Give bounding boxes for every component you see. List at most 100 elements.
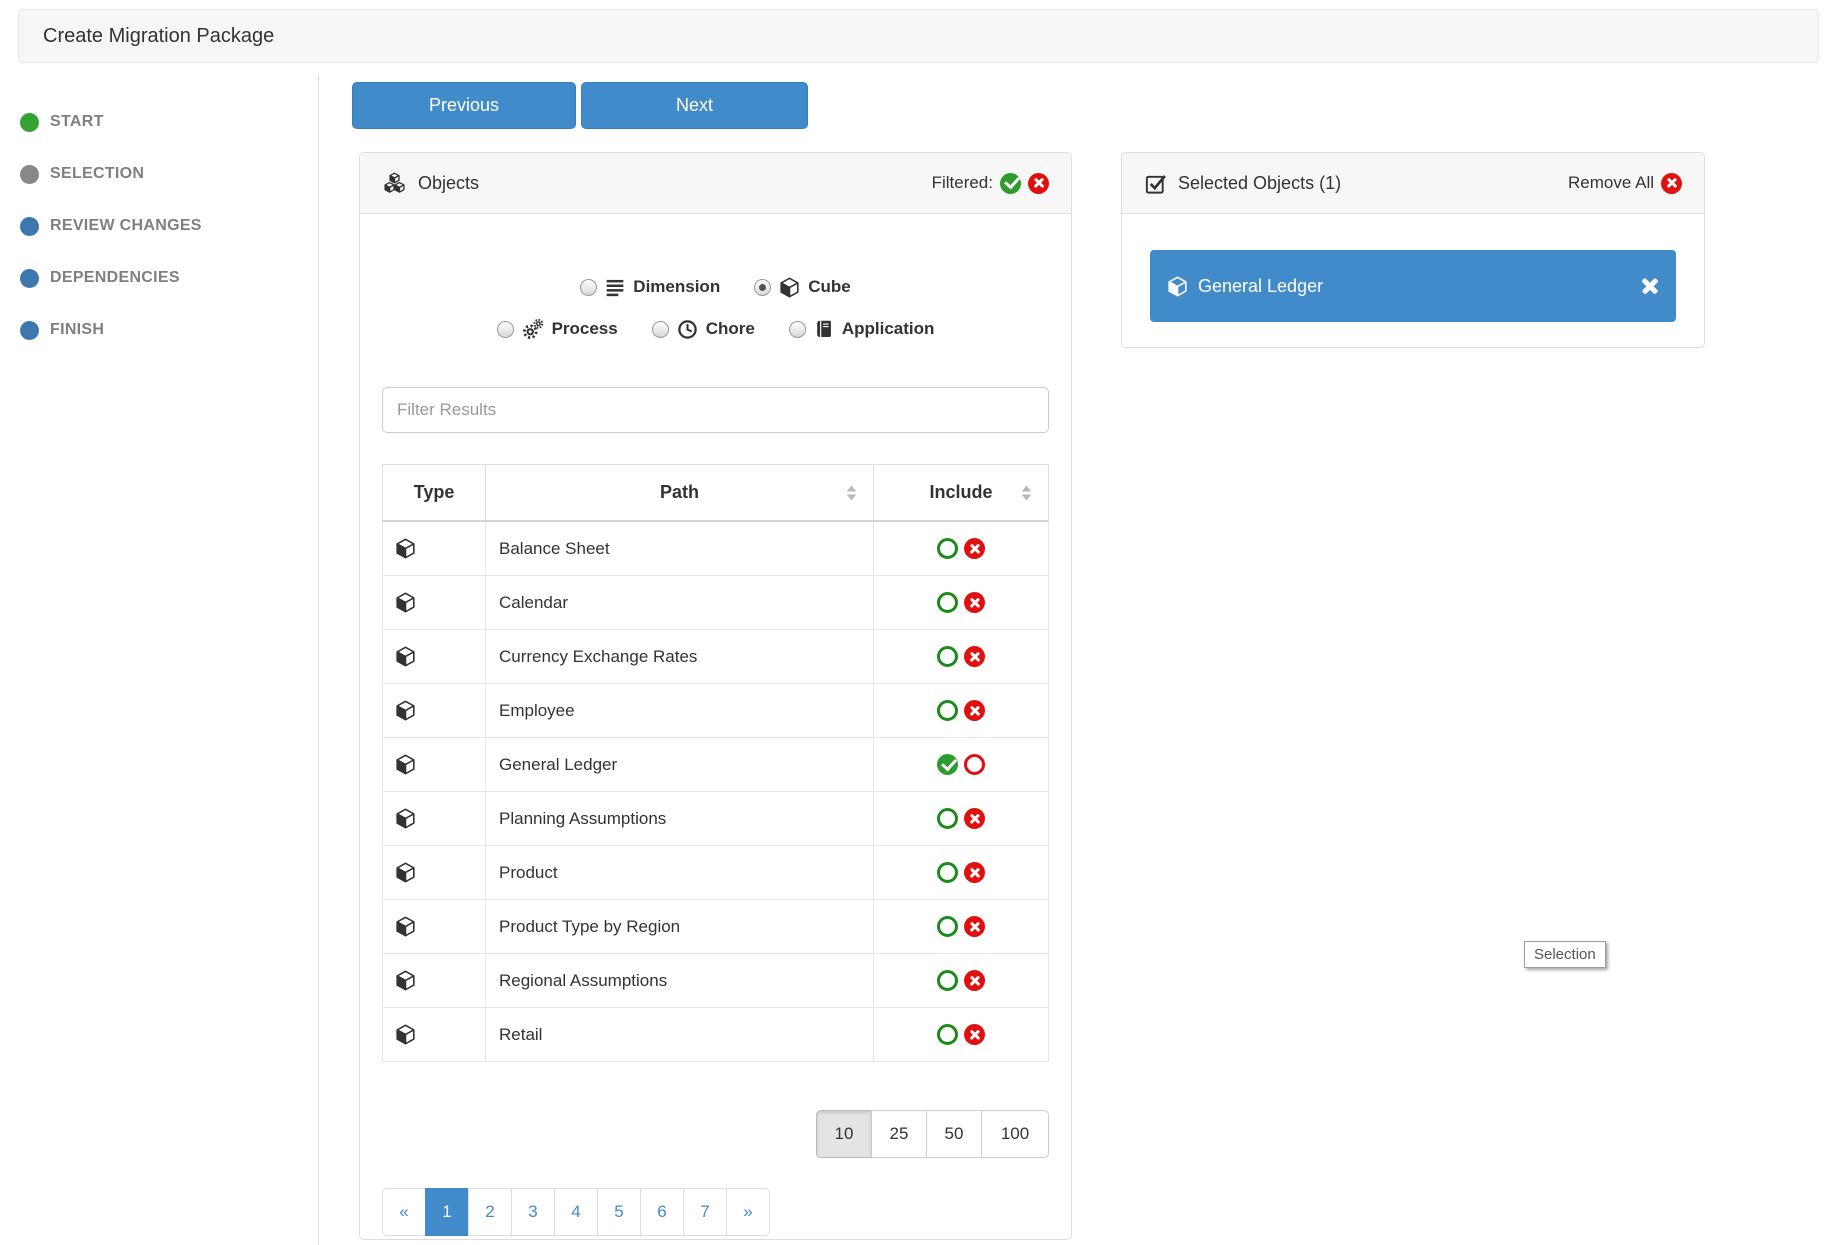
column-header-path[interactable]: Path [486,465,874,522]
column-header-type[interactable]: Type [383,465,486,522]
object-type-filter-group: Dimension Cube Process Chore Application [382,270,1049,346]
sort-icon[interactable] [844,484,859,502]
page-size-100[interactable]: 100 [981,1110,1049,1158]
path-cell: Employee [486,684,874,738]
sort-icon[interactable] [1019,484,1034,502]
include-icon[interactable] [937,862,958,883]
include-icon[interactable] [937,700,958,721]
type-cell [383,521,486,576]
cube-icon [395,700,485,721]
include-icon[interactable] [937,1024,958,1045]
page-size-50[interactable]: 50 [926,1110,982,1158]
include-icon[interactable] [937,808,958,829]
radio-process[interactable]: Process [497,318,618,340]
pagination-page-4[interactable]: 4 [554,1188,598,1236]
wizard-step-start[interactable]: START [20,96,202,148]
include-cell [874,521,1049,576]
next-button[interactable]: Next [581,82,808,129]
include-icon[interactable] [937,592,958,613]
objects-table: Type Path Include Balance Sheet Calendar [382,464,1049,1062]
page-size-25[interactable]: 25 [871,1110,927,1158]
cube-icon [395,754,485,775]
cube-icon [1167,276,1188,297]
path-cell: Retail [486,1008,874,1062]
pagination-page-7[interactable]: 7 [683,1188,727,1236]
exclude-icon[interactable] [964,970,985,991]
radio-application[interactable]: Application [789,319,935,340]
radio-label: Chore [706,319,755,339]
step-status-dot [20,321,39,340]
pagination-page-1[interactable]: 1 [425,1188,469,1236]
gears-icon [522,318,544,340]
cube-icon [395,916,485,937]
wizard-step-finish[interactable]: FINISH [20,304,202,356]
page-title: Create Migration Package [43,25,274,48]
page-title-bar: Create Migration Package [18,9,1819,63]
radio-dimension[interactable]: Dimension [580,277,720,297]
check-square-icon [1144,172,1167,195]
path-cell: Planning Assumptions [486,792,874,846]
include-cell [874,900,1049,954]
include-icon[interactable] [937,916,958,937]
remove-item-icon[interactable] [1640,277,1659,296]
table-row: Product [383,846,1049,900]
step-label: DEPENDENCIES [50,269,180,287]
step-label: FINISH [50,321,104,339]
filter-included-icon[interactable] [1000,173,1021,194]
exclude-icon[interactable] [964,862,985,883]
exclude-icon[interactable] [964,592,985,613]
selected-panel-header: Selected Objects (1) Remove All [1122,153,1704,214]
exclude-icon[interactable] [964,646,985,667]
remove-all-button[interactable]: Remove All [1568,173,1682,194]
page-size-10[interactable]: 10 [816,1110,872,1158]
radio-chore[interactable]: Chore [652,319,755,340]
pagination-next[interactable]: » [726,1188,770,1236]
table-row: Planning Assumptions [383,792,1049,846]
exclude-icon[interactable] [964,754,985,775]
wizard-step-dependencies[interactable]: DEPENDENCIES [20,252,202,304]
path-cell: General Ledger [486,738,874,792]
radio-label: Cube [808,277,851,297]
include-icon[interactable] [937,538,958,559]
exclude-icon[interactable] [964,1024,985,1045]
type-cell [383,954,486,1008]
path-cell: Product [486,846,874,900]
filter-excluded-icon[interactable] [1028,173,1049,194]
table-row: Currency Exchange Rates [383,630,1049,684]
selected-object-item[interactable]: General Ledger [1150,250,1676,322]
pagination-page-3[interactable]: 3 [511,1188,555,1236]
exclude-icon[interactable] [964,700,985,721]
column-header-include[interactable]: Include [874,465,1049,522]
cube-icon [395,538,485,559]
cubes-icon [382,172,407,194]
exclude-icon[interactable] [964,538,985,559]
pagination-page-6[interactable]: 6 [640,1188,684,1236]
include-icon[interactable] [937,646,958,667]
cube-icon [395,970,485,991]
type-cell [383,792,486,846]
radio-label: Application [842,319,935,339]
wizard-step-selection[interactable]: SELECTION [20,148,202,200]
exclude-icon[interactable] [964,808,985,829]
step-label: START [50,113,104,131]
path-cell: Currency Exchange Rates [486,630,874,684]
bars-icon [605,277,625,297]
previous-button[interactable]: Previous [352,82,576,129]
pagination-page-2[interactable]: 2 [468,1188,512,1236]
step-status-dot [20,113,39,132]
include-icon[interactable] [937,754,958,775]
book-icon [814,319,834,340]
pagination-page-5[interactable]: 5 [597,1188,641,1236]
filter-results-input[interactable] [382,387,1049,433]
pagination-prev[interactable]: « [382,1188,426,1236]
cube-icon [395,862,485,883]
selection-tooltip: Selection [1524,941,1606,968]
cube-icon [779,277,800,298]
exclude-icon[interactable] [964,916,985,937]
radio-cube[interactable]: Cube [754,277,851,298]
include-icon[interactable] [937,970,958,991]
path-cell: Regional Assumptions [486,954,874,1008]
include-cell [874,576,1049,630]
cube-icon [395,646,485,667]
wizard-step-review-changes[interactable]: REVIEW CHANGES [20,200,202,252]
